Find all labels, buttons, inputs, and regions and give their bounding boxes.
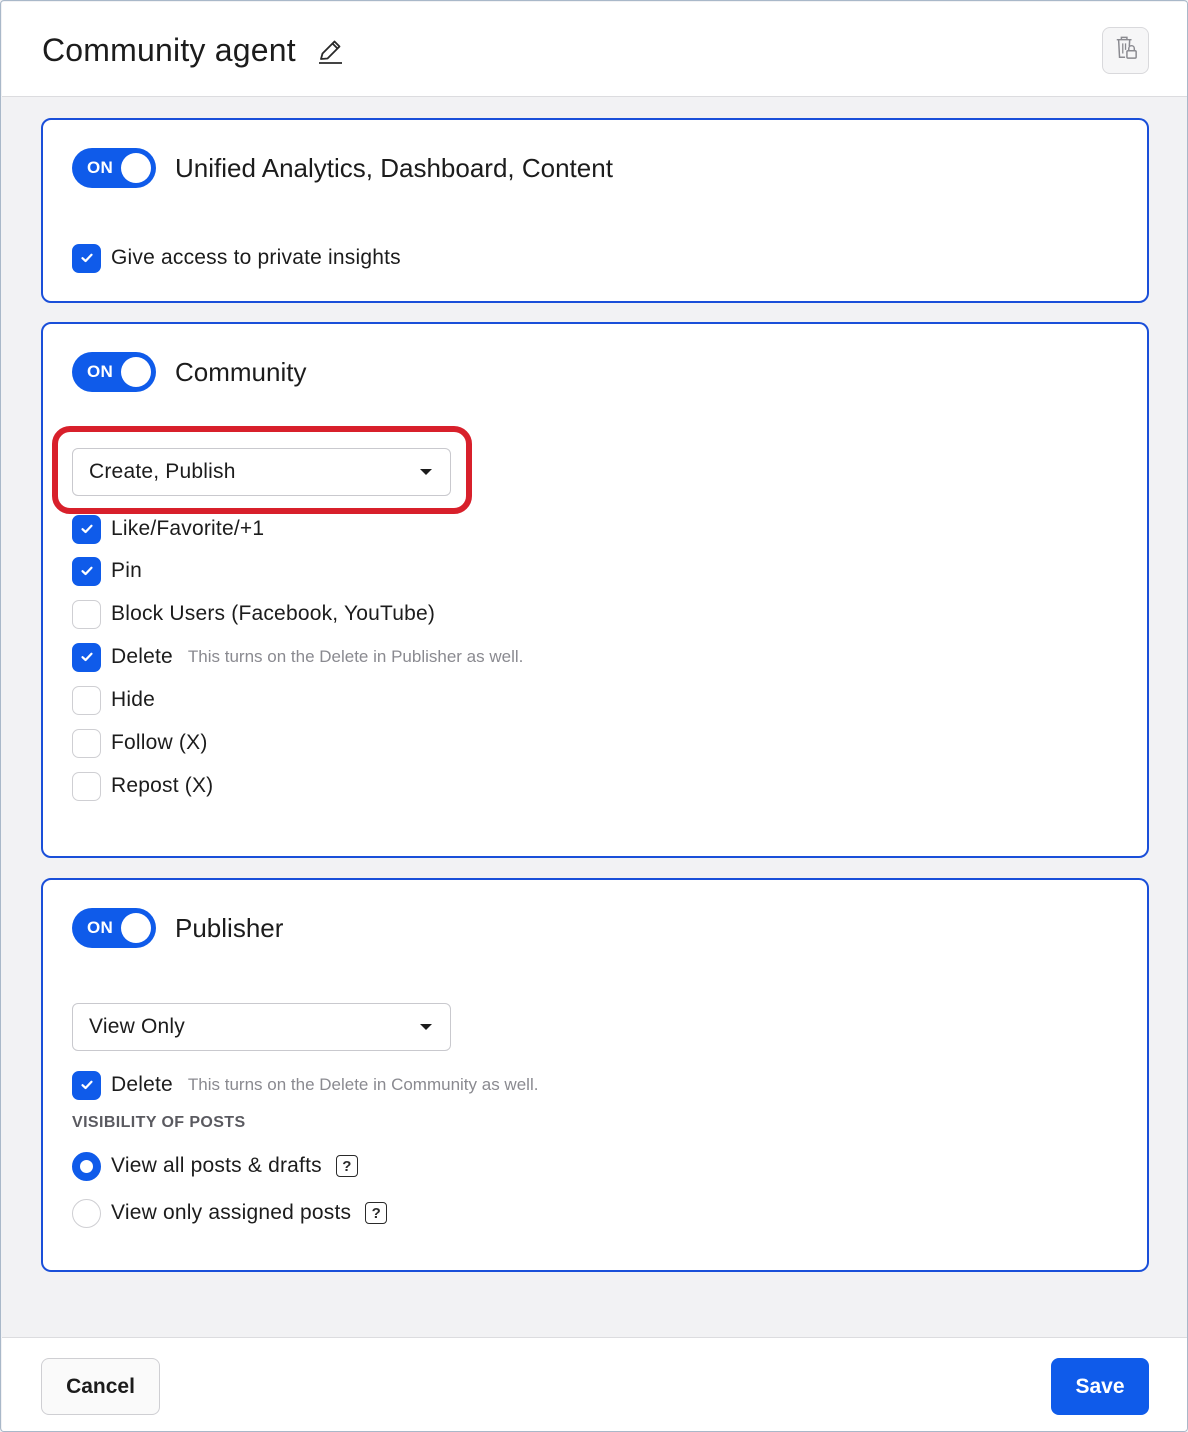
- radio-label: View all posts & drafts: [111, 1154, 322, 1177]
- radio-label: View only assigned posts: [111, 1201, 352, 1224]
- community-card: ON Community Create, Publish Like/Favori…: [41, 322, 1149, 858]
- toggle-knob: [121, 913, 151, 943]
- toggle-label: ON: [87, 918, 114, 937]
- checkbox-label: Pin: [111, 559, 142, 582]
- checkbox[interactable]: [72, 556, 101, 586]
- select-value: View Only: [89, 1015, 185, 1038]
- radio-button[interactable]: [72, 1198, 101, 1228]
- dialog: Community agent ON Unified Analytics, Da…: [0, 0, 1188, 1432]
- checkbox-hint: This turns on the Delete in Community as…: [187, 1075, 539, 1094]
- delete-lock-icon: [1114, 35, 1138, 66]
- community-toggle[interactable]: ON: [72, 352, 156, 392]
- dialog-header: Community agent: [2, 2, 1187, 97]
- checkbox-label: Give access to private insights: [111, 246, 401, 269]
- checkbox-row[interactable]: Delete This turns on the Delete in Commu…: [72, 1070, 538, 1100]
- checkbox[interactable]: [72, 771, 101, 801]
- checkbox-row[interactable]: Repost (X): [72, 771, 213, 801]
- toggle-label: ON: [87, 362, 114, 381]
- checkbox-row[interactable]: Hide: [72, 685, 155, 715]
- checkbox-row[interactable]: Give access to private insights: [72, 243, 401, 273]
- publisher-card: ON Publisher View Only Delete This turns…: [41, 878, 1149, 1272]
- checkbox-hint: This turns on the Delete in Publisher as…: [187, 647, 524, 666]
- checkbox-row[interactable]: Follow (X): [72, 728, 208, 758]
- radio-button[interactable]: [72, 1151, 101, 1181]
- checkbox-label: Delete: [111, 1073, 173, 1096]
- publisher-permission-select[interactable]: View Only: [72, 1003, 451, 1051]
- pencil-icon[interactable]: [316, 37, 344, 65]
- checkbox[interactable]: [72, 728, 101, 758]
- help-icon[interactable]: ?: [335, 1155, 358, 1177]
- checkbox-label: Hide: [111, 688, 155, 711]
- select-value: Create, Publish: [89, 460, 236, 483]
- section-title: Unified Analytics, Dashboard, Content: [175, 152, 613, 183]
- checkbox[interactable]: [72, 514, 101, 544]
- checkbox-row[interactable]: Like/Favorite/+1: [72, 514, 264, 544]
- caret-down-icon: [420, 1024, 432, 1030]
- delete-lock-button[interactable]: [1102, 27, 1149, 74]
- analytics-toggle-row: ON Unified Analytics, Dashboard, Content: [72, 148, 613, 188]
- checkbox-label: Like/Favorite/+1: [111, 517, 265, 540]
- cancel-button[interactable]: Cancel: [41, 1358, 160, 1415]
- checkbox[interactable]: [72, 685, 101, 715]
- visibility-heading: VISIBILITY OF POSTS: [72, 1114, 246, 1131]
- analytics-toggle[interactable]: ON: [72, 148, 156, 188]
- checkbox-label: Delete: [111, 645, 173, 668]
- checkbox-label: Follow (X): [111, 731, 208, 754]
- save-button[interactable]: Save: [1051, 1358, 1149, 1415]
- section-title: Publisher: [175, 912, 284, 943]
- checkbox[interactable]: [72, 642, 101, 672]
- section-title: Community: [175, 356, 307, 387]
- community-toggle-row: ON Community: [72, 352, 306, 392]
- checkbox-label: Repost (X): [111, 774, 214, 797]
- checkbox[interactable]: [72, 1070, 101, 1100]
- publisher-toggle[interactable]: ON: [72, 908, 156, 948]
- community-permission-select[interactable]: Create, Publish: [72, 448, 451, 496]
- analytics-card: ON Unified Analytics, Dashboard, Content…: [41, 118, 1149, 303]
- dialog-footer: Cancel Save: [2, 1337, 1187, 1431]
- title-wrap: Community agent: [42, 32, 344, 69]
- toggle-label: ON: [87, 158, 114, 177]
- page-title: Community agent: [42, 32, 296, 68]
- toggle-knob: [121, 357, 151, 387]
- checkbox-row[interactable]: Block Users (Facebook, YouTube): [72, 599, 435, 629]
- checkbox-row[interactable]: Pin: [72, 556, 142, 586]
- toggle-knob: [121, 153, 151, 183]
- publisher-toggle-row: ON Publisher: [72, 908, 283, 948]
- checkbox[interactable]: [72, 243, 101, 273]
- checkbox-row[interactable]: Delete This turns on the Delete in Publi…: [72, 642, 523, 672]
- caret-down-icon: [420, 469, 432, 475]
- help-icon[interactable]: ?: [365, 1202, 388, 1224]
- radio-row[interactable]: View all posts & drafts ?: [72, 1151, 358, 1181]
- checkbox[interactable]: [72, 599, 101, 629]
- checkbox-label: Block Users (Facebook, YouTube): [111, 602, 436, 625]
- radio-row[interactable]: View only assigned posts ?: [72, 1198, 388, 1228]
